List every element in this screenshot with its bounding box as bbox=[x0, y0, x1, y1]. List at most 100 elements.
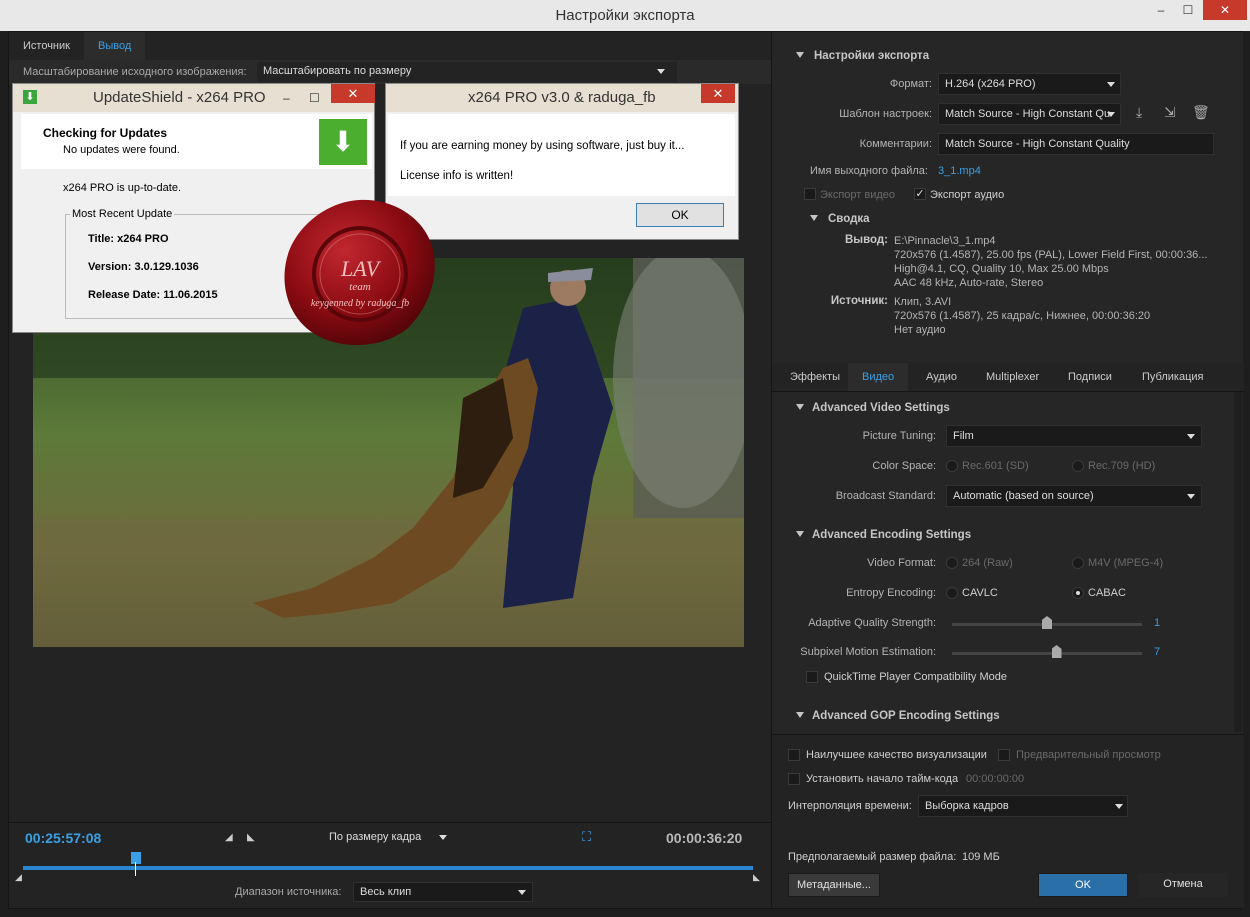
subpixel-slider-thumb[interactable] bbox=[1051, 645, 1062, 658]
output-line: E:\Pinnacle\3_1.mp4 bbox=[894, 235, 996, 247]
raw264-radio[interactable] bbox=[946, 557, 958, 569]
minimize-button[interactable]: – bbox=[1150, 0, 1172, 20]
maximize-button[interactable]: ☐ bbox=[1177, 0, 1199, 20]
tab-multiplexer[interactable]: Multiplexer bbox=[972, 363, 1053, 391]
export-audio-checkbox[interactable]: ✓ bbox=[914, 188, 926, 200]
fit-value: По размеру кадра bbox=[329, 831, 422, 843]
playhead[interactable] bbox=[131, 852, 141, 864]
rec601-radio[interactable] bbox=[946, 460, 958, 472]
subpixel-value[interactable]: 7 bbox=[1154, 646, 1160, 658]
size-value: 109 МБ bbox=[962, 851, 1000, 863]
chevron-down-icon bbox=[1107, 82, 1115, 87]
update-release-line: Release Date: 11.06.2015 bbox=[88, 289, 218, 301]
range-dropdown[interactable]: Весь клип bbox=[353, 882, 533, 902]
in-point-icon[interactable]: ◢ bbox=[15, 872, 22, 883]
minimize-icon[interactable]: – bbox=[283, 84, 290, 112]
license-dialog-close[interactable]: ✕ bbox=[701, 84, 735, 103]
aq-slider-thumb[interactable] bbox=[1042, 616, 1052, 629]
recent-update-group-title: Most Recent Update bbox=[70, 208, 175, 220]
delete-preset-icon[interactable]: 🗑 bbox=[1192, 104, 1210, 121]
settings-tabs: Эффекты Видео Аудио Multiplexer Подписи … bbox=[772, 362, 1244, 392]
chevron-down-icon bbox=[1187, 494, 1195, 499]
adv-encoding-title: Advanced Encoding Settings bbox=[812, 529, 972, 541]
mark-in-icon[interactable]: ◢ bbox=[225, 832, 233, 843]
cavlc-radio[interactable] bbox=[946, 587, 958, 599]
output-name-link[interactable]: 3_1.mp4 bbox=[938, 165, 981, 177]
format-dropdown[interactable]: H.264 (x264 PRO) bbox=[938, 73, 1121, 95]
collapse-icon[interactable] bbox=[796, 531, 804, 537]
maximize-icon[interactable]: ☐ bbox=[309, 84, 320, 112]
tab-output[interactable]: Вывод bbox=[84, 32, 146, 60]
comment-label: Комментарии: bbox=[859, 138, 932, 150]
timecode-current: 00:25:57:08 bbox=[25, 830, 102, 846]
best-quality-checkbox[interactable] bbox=[788, 749, 800, 761]
rec709-radio[interactable] bbox=[1072, 460, 1084, 472]
interp-dropdown[interactable]: Выборка кадров bbox=[918, 795, 1128, 817]
tab-effects[interactable]: Эффекты bbox=[776, 363, 854, 391]
subpixel-slider[interactable] bbox=[952, 652, 1142, 655]
timeline-track[interactable] bbox=[23, 866, 753, 870]
seal-text-team: team bbox=[349, 281, 370, 293]
license-ok-button[interactable]: OK bbox=[636, 203, 724, 227]
fit-dropdown[interactable]: По размеру кадра bbox=[323, 828, 453, 848]
license-dialog: x264 PRO v3.0 & raduga_fb ✕ If you are e… bbox=[385, 83, 739, 240]
cabac-radio[interactable] bbox=[1072, 587, 1084, 599]
set-timecode-checkbox[interactable] bbox=[788, 773, 800, 785]
scrollbar[interactable] bbox=[1234, 392, 1242, 732]
source-line: 720x576 (1.4587), 25 кадра/с, Нижнее, 00… bbox=[894, 310, 1151, 322]
export-video-checkbox[interactable] bbox=[804, 188, 816, 200]
license-dialog-title: x264 PRO v3.0 & raduga_fb bbox=[468, 89, 656, 106]
update-dialog-close[interactable]: ✕ bbox=[331, 84, 375, 103]
timecode-value: 00:00:00:00 bbox=[966, 773, 1025, 785]
range-value: Весь клип bbox=[360, 886, 412, 898]
video-format-label: Video Format: bbox=[867, 557, 936, 569]
picture-tuning-dropdown[interactable]: Film bbox=[946, 425, 1202, 447]
picture-tuning-value: Film bbox=[953, 430, 974, 442]
collapse-icon[interactable] bbox=[796, 52, 804, 58]
entropy-label: Entropy Encoding: bbox=[846, 587, 936, 599]
aq-value[interactable]: 1 bbox=[1154, 617, 1160, 629]
out-point-icon[interactable]: ◣ bbox=[753, 872, 760, 883]
update-dialog-titlebar: ⬇ UpdateShield - x264 PRO – ☐ ✕ bbox=[13, 84, 375, 112]
collapse-icon[interactable] bbox=[796, 712, 804, 718]
collapse-icon[interactable] bbox=[796, 404, 804, 410]
cancel-button[interactable]: Отмена bbox=[1138, 873, 1228, 897]
preset-dropdown[interactable]: Match Source - High Constant Qu bbox=[938, 103, 1121, 125]
summary-collapse-icon[interactable] bbox=[810, 215, 818, 221]
update-heading: Checking for Updates bbox=[43, 126, 168, 140]
m4v-radio[interactable] bbox=[1072, 557, 1084, 569]
up-to-date-text: x264 PRO is up-to-date. bbox=[63, 182, 182, 194]
comment-field[interactable]: Match Source - High Constant Quality bbox=[938, 133, 1214, 155]
scale-dropdown[interactable]: Масштабировать по размеру bbox=[257, 62, 677, 82]
close-button[interactable]: ✕ bbox=[1203, 0, 1247, 20]
adv-video-title: Advanced Video Settings bbox=[812, 402, 950, 414]
tab-source[interactable]: Источник bbox=[9, 32, 84, 60]
preview-label: Предварительный просмотр bbox=[1016, 749, 1161, 761]
format-value: H.264 (x264 PRO) bbox=[945, 78, 1036, 90]
quicktime-label: QuickTime Player Compatibility Mode bbox=[824, 671, 1007, 683]
output-line: High@4.1, CQ, Quality 10, Max 25.00 Mbps bbox=[894, 263, 1109, 275]
timecode-duration: 00:00:36:20 bbox=[666, 830, 743, 846]
rec709-label: Rec.709 (HD) bbox=[1088, 460, 1156, 472]
mark-out-icon[interactable]: ◣ bbox=[247, 832, 255, 843]
ok-button[interactable]: OK bbox=[1038, 873, 1128, 897]
source-summary: Клип, 3.AVI 720x576 (1.4587), 25 кадра/с… bbox=[894, 295, 1150, 337]
quicktime-checkbox[interactable] bbox=[806, 671, 818, 683]
save-preset-icon[interactable]: ⤓ bbox=[1136, 104, 1142, 121]
update-header: Checking for Updates No updates were fou… bbox=[21, 114, 372, 169]
format-label: Формат: bbox=[889, 78, 932, 90]
license-line-1: If you are earning money by using softwa… bbox=[400, 140, 685, 152]
tab-captions[interactable]: Подписи bbox=[1054, 363, 1126, 391]
chevron-down-icon bbox=[1107, 112, 1115, 117]
tab-audio[interactable]: Аудио bbox=[912, 363, 971, 391]
broadcast-dropdown[interactable]: Automatic (based on source) bbox=[946, 485, 1202, 507]
tab-publish[interactable]: Публикация bbox=[1128, 363, 1217, 391]
source-summary-label: Источник: bbox=[830, 295, 888, 307]
export-section-title: Настройки экспорта bbox=[814, 50, 930, 62]
crop-icon[interactable]: ⛶ bbox=[582, 829, 591, 845]
metadata-button[interactable]: Метаданные... bbox=[788, 873, 880, 897]
tab-video[interactable]: Видео bbox=[848, 363, 909, 391]
output-summary-label: Вывод: bbox=[844, 234, 888, 246]
import-preset-icon[interactable]: ⇲ bbox=[1164, 104, 1176, 121]
preview-checkbox[interactable] bbox=[998, 749, 1010, 761]
